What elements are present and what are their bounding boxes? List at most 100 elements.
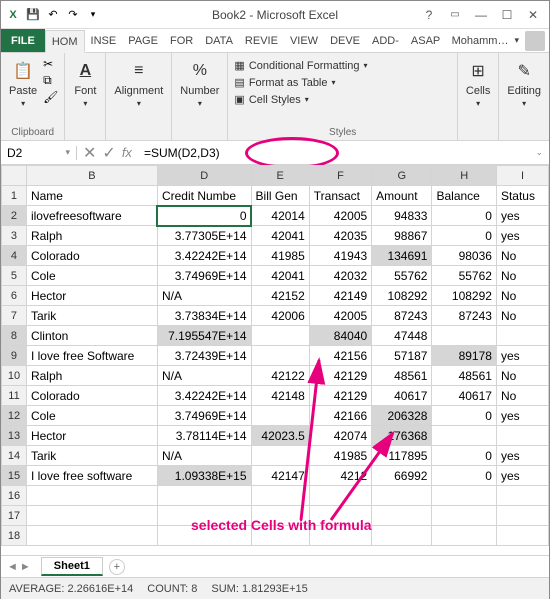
cell[interactable]: 3.72439E+14 bbox=[157, 346, 251, 366]
tab-asap[interactable]: ASAP bbox=[405, 29, 446, 52]
cell[interactable]: Ralph bbox=[26, 366, 157, 386]
minimize-icon[interactable]: — bbox=[469, 5, 493, 25]
row-header[interactable]: 18 bbox=[2, 526, 27, 546]
cell[interactable]: 48561 bbox=[432, 366, 496, 386]
column-header[interactable]: E bbox=[251, 166, 309, 186]
cell[interactable]: Tarik bbox=[26, 446, 157, 466]
cell[interactable]: 108292 bbox=[372, 286, 432, 306]
add-sheet-button[interactable]: + bbox=[109, 559, 125, 575]
cell[interactable]: No bbox=[496, 286, 548, 306]
cell[interactable] bbox=[372, 506, 432, 526]
cell[interactable]: 55762 bbox=[372, 266, 432, 286]
tab-revie[interactable]: REVIE bbox=[239, 29, 284, 52]
cell[interactable] bbox=[251, 406, 309, 426]
row-header[interactable]: 10 bbox=[2, 366, 27, 386]
number-button[interactable]: % Number ▾ bbox=[178, 57, 221, 110]
cell[interactable]: 84040 bbox=[309, 326, 371, 346]
row-header[interactable]: 6 bbox=[2, 286, 27, 306]
cell[interactable]: yes bbox=[496, 466, 548, 486]
tab-for[interactable]: FOR bbox=[164, 29, 199, 52]
format-painter-icon[interactable]: 🖌 bbox=[43, 90, 58, 104]
formula-input[interactable]: =SUM(D2,D3) bbox=[138, 146, 530, 160]
cell[interactable]: 134691 bbox=[372, 246, 432, 266]
tab-add-[interactable]: ADD- bbox=[366, 29, 405, 52]
alignment-button[interactable]: ≡ Alignment ▾ bbox=[112, 57, 165, 110]
enter-formula-icon[interactable]: ✓ bbox=[102, 143, 115, 163]
cell[interactable]: Status bbox=[496, 186, 548, 206]
select-all-corner[interactable] bbox=[2, 166, 27, 186]
cell[interactable] bbox=[251, 346, 309, 366]
cell[interactable]: 176368 bbox=[372, 426, 432, 446]
cell[interactable]: 3.77305E+14 bbox=[157, 226, 251, 246]
cell[interactable] bbox=[251, 526, 309, 546]
cell[interactable]: I love free software bbox=[26, 466, 157, 486]
column-header[interactable]: D bbox=[157, 166, 251, 186]
row-header[interactable]: 4 bbox=[2, 246, 27, 266]
cell[interactable]: 41985 bbox=[309, 446, 371, 466]
cell[interactable]: 42041 bbox=[251, 266, 309, 286]
cell[interactable]: N/A bbox=[157, 446, 251, 466]
cell[interactable]: 42074 bbox=[309, 426, 371, 446]
row-header[interactable]: 12 bbox=[2, 406, 27, 426]
cell[interactable] bbox=[157, 526, 251, 546]
cell[interactable] bbox=[496, 526, 548, 546]
cell[interactable]: 55762 bbox=[432, 266, 496, 286]
row-header[interactable]: 9 bbox=[2, 346, 27, 366]
tab-page[interactable]: PAGE bbox=[122, 29, 164, 52]
ribbon-options-icon[interactable]: ▭ bbox=[443, 5, 467, 25]
cell[interactable]: 0 bbox=[432, 446, 496, 466]
row-header[interactable]: 16 bbox=[2, 486, 27, 506]
column-header[interactable]: B bbox=[26, 166, 157, 186]
cut-icon[interactable]: ✂ bbox=[43, 57, 58, 71]
help-icon[interactable]: ? bbox=[417, 5, 441, 25]
cell[interactable]: 0 bbox=[157, 206, 251, 226]
cell[interactable]: 42032 bbox=[309, 266, 371, 286]
sheet-nav-next-icon[interactable]: ► bbox=[20, 561, 31, 573]
cell[interactable]: 0 bbox=[432, 226, 496, 246]
cell[interactable]: 42006 bbox=[251, 306, 309, 326]
cell[interactable]: No bbox=[496, 266, 548, 286]
fx-icon[interactable]: fx bbox=[122, 145, 132, 160]
user-dropdown-icon[interactable]: ▾ bbox=[514, 35, 519, 46]
sheet-nav-prev-icon[interactable]: ◄ bbox=[7, 561, 18, 573]
cell[interactable]: 41943 bbox=[309, 246, 371, 266]
cell[interactable]: 89178 bbox=[432, 346, 496, 366]
avatar[interactable] bbox=[525, 31, 545, 51]
font-button[interactable]: A Font ▾ bbox=[71, 57, 99, 110]
cell[interactable] bbox=[157, 506, 251, 526]
cell[interactable] bbox=[157, 486, 251, 506]
cell[interactable]: 40617 bbox=[372, 386, 432, 406]
cell[interactable]: 42041 bbox=[251, 226, 309, 246]
cell[interactable]: Clinton bbox=[26, 326, 157, 346]
cell[interactable]: ilovefreesoftware bbox=[26, 206, 157, 226]
row-header[interactable]: 5 bbox=[2, 266, 27, 286]
cell[interactable]: yes bbox=[496, 226, 548, 246]
column-header[interactable]: G bbox=[372, 166, 432, 186]
cell[interactable] bbox=[432, 526, 496, 546]
cell[interactable]: 7.195547E+14 bbox=[157, 326, 251, 346]
cell[interactable] bbox=[372, 486, 432, 506]
cell[interactable]: 3.42242E+14 bbox=[157, 386, 251, 406]
cell[interactable]: yes bbox=[496, 446, 548, 466]
cell[interactable]: 3.74969E+14 bbox=[157, 266, 251, 286]
conditional-formatting-button[interactable]: ▦ Conditional Formatting▾ bbox=[234, 57, 450, 74]
cell[interactable] bbox=[309, 486, 371, 506]
cell[interactable] bbox=[251, 486, 309, 506]
cell[interactable] bbox=[26, 526, 157, 546]
tab-data[interactable]: DATA bbox=[199, 29, 239, 52]
redo-icon[interactable]: ↷ bbox=[65, 7, 81, 23]
cell[interactable]: I love free Software bbox=[26, 346, 157, 366]
column-header[interactable]: F bbox=[309, 166, 371, 186]
tab-deve[interactable]: DEVE bbox=[324, 29, 366, 52]
cell[interactable]: 42152 bbox=[251, 286, 309, 306]
tab-hom[interactable]: HOM bbox=[45, 30, 85, 53]
cell[interactable]: 98036 bbox=[432, 246, 496, 266]
cell[interactable] bbox=[496, 326, 548, 346]
cell[interactable]: Cole bbox=[26, 266, 157, 286]
row-header[interactable]: 13 bbox=[2, 426, 27, 446]
qat-dropdown-icon[interactable]: ▾ bbox=[85, 7, 101, 23]
copy-icon[interactable]: ⧉ bbox=[43, 73, 58, 88]
column-header[interactable]: H bbox=[432, 166, 496, 186]
cell[interactable]: Tarik bbox=[26, 306, 157, 326]
cell[interactable]: Colorado bbox=[26, 386, 157, 406]
